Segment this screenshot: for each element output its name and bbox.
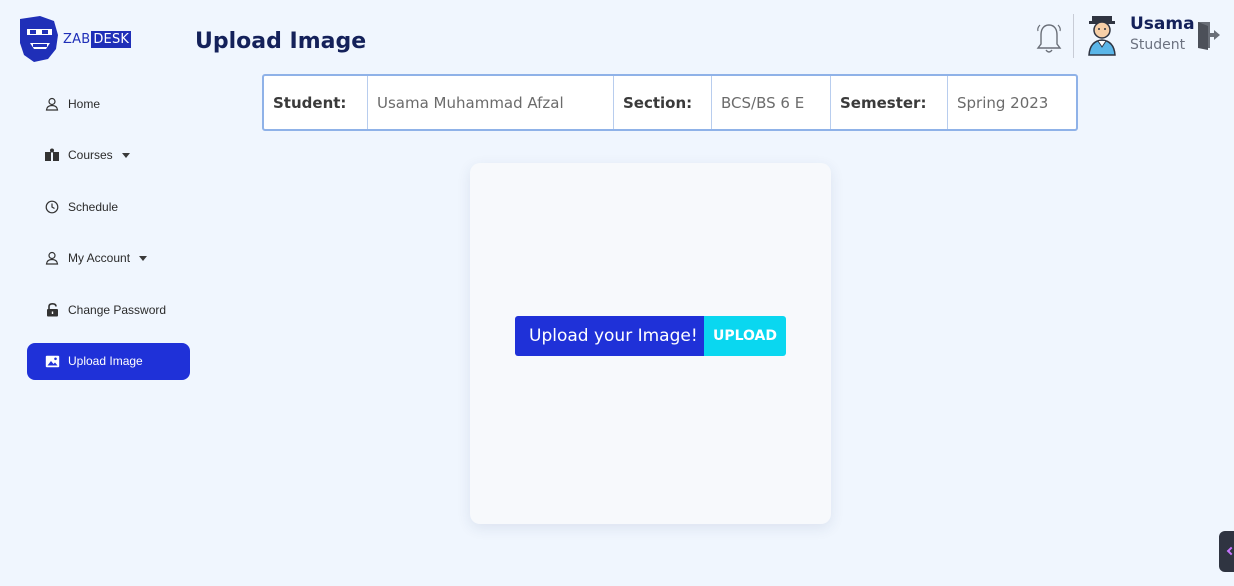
books-icon: [44, 147, 60, 163]
sidebar-item-label: Home: [68, 96, 101, 111]
sidebar-item-change-password[interactable]: Change Password: [27, 291, 190, 328]
header-divider: [1073, 14, 1074, 58]
chevron-left-icon: [1226, 546, 1234, 556]
page-title: Upload Image: [195, 29, 367, 54]
sidebar-item-courses[interactable]: Courses: [27, 137, 190, 174]
sidebar-item-label: Upload Image: [68, 354, 143, 368]
student-info-table: Student: Usama Muhammad Afzal Section: B…: [262, 74, 1078, 131]
user-name: Usama: [1130, 14, 1195, 34]
sidebar-item-my-account[interactable]: My Account: [27, 240, 190, 277]
user-icon: [44, 250, 60, 266]
semester-label: Semester:: [831, 76, 948, 129]
semester-value: Spring 2023: [957, 93, 1049, 112]
section-value: BCS/BS 6 E: [712, 76, 831, 129]
upload-file-picker[interactable]: Upload your Image!: [515, 316, 704, 356]
sidebar-item-label: Courses: [68, 148, 113, 162]
logo-zab-text: ZAB: [63, 31, 91, 47]
sidebar-item-home[interactable]: Home: [27, 85, 190, 122]
upload-input-group: Upload your Image! UPLOAD: [515, 316, 786, 356]
student-avatar-icon[interactable]: [1086, 14, 1118, 56]
page: ZAB DESK Upload Image Usama Student Home…: [0, 0, 1234, 586]
sidebar: Home Courses Schedule My Account Change …: [27, 85, 190, 394]
student-label: Student:: [264, 76, 368, 129]
logout-icon[interactable]: [1196, 20, 1226, 50]
section-label: Section:: [614, 76, 712, 129]
sidebar-item-label: Change Password: [68, 302, 167, 317]
notification-bell-icon[interactable]: [1035, 22, 1063, 56]
lock-icon: [44, 302, 60, 318]
logo-text: ZAB DESK: [63, 30, 132, 48]
upload-card: Upload your Image! UPLOAD: [470, 163, 831, 524]
sidebar-item-schedule[interactable]: Schedule: [27, 188, 190, 225]
clock-icon: [44, 199, 60, 215]
student-value: Usama Muhammad Afzal: [368, 76, 614, 129]
side-panel-toggle[interactable]: [1219, 531, 1234, 572]
logo-desk-text: DESK: [91, 30, 132, 48]
sidebar-item-label: My Account: [68, 251, 131, 265]
zabdesk-logo[interactable]: ZAB DESK: [18, 14, 133, 64]
user-role: Student: [1130, 37, 1186, 53]
upload-button[interactable]: UPLOAD: [704, 316, 786, 356]
chevron-down-icon: [121, 152, 130, 158]
chevron-down-icon: [139, 255, 148, 261]
user-icon: [44, 96, 60, 112]
sidebar-item-upload-image[interactable]: Upload Image: [27, 342, 190, 380]
image-icon: [44, 353, 60, 369]
sidebar-item-label: Schedule: [68, 199, 119, 214]
logo-face-icon: [20, 16, 58, 62]
